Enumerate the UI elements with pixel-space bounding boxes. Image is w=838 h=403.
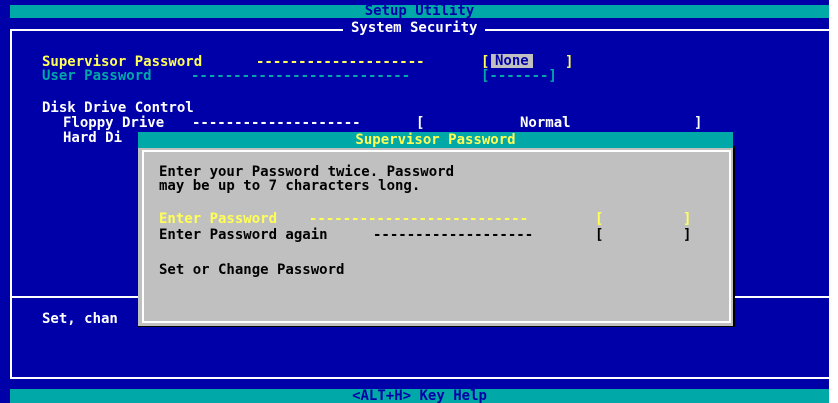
user-password-label[interactable]: User Password xyxy=(42,69,152,83)
enter-password-again-close-bracket: ] xyxy=(683,227,692,243)
supervisor-password-label[interactable]: Supervisor Password xyxy=(42,55,202,69)
frame-left-line xyxy=(10,29,12,379)
dialog-instruction-line2: may be up to 7 characters long. xyxy=(159,178,421,194)
enter-password-open-bracket: [ xyxy=(595,211,604,227)
set-or-change-password-text: Set or Change Password xyxy=(159,262,345,278)
enter-password-again-leader: ------------------- xyxy=(373,227,534,243)
floppy-drive-leader: -------------------- xyxy=(192,115,361,131)
supervisor-password-close-bracket: ] xyxy=(565,54,574,70)
supervisor-password-value[interactable]: None xyxy=(491,54,533,68)
dialog-instruction-line1: Enter your Password twice. Password xyxy=(159,164,455,180)
floppy-drive-value[interactable]: Normal xyxy=(520,116,571,130)
app-title: Setup Utility xyxy=(364,3,475,19)
status-bar: <ALT+H> Key Help xyxy=(10,389,829,403)
enter-password-again-label[interactable]: Enter Password again xyxy=(159,228,328,242)
floppy-drive-label[interactable]: Floppy Drive xyxy=(63,116,164,130)
enter-password-close-bracket: ] xyxy=(683,211,692,227)
enter-password-again-open-bracket: [ xyxy=(595,227,604,243)
dialog-title: Supervisor Password xyxy=(355,132,516,148)
supervisor-password-leader: -------------------- xyxy=(256,54,425,70)
enter-password-input[interactable] xyxy=(607,212,681,226)
title-bar: Setup Utility xyxy=(10,3,829,19)
enter-password-again-input[interactable] xyxy=(607,228,681,242)
enter-password-leader: -------------------------- xyxy=(309,211,529,227)
user-password-value[interactable]: [-------] xyxy=(481,69,557,83)
user-password-leader: -------------------------- xyxy=(191,68,411,84)
section-title: System Security xyxy=(343,21,486,35)
supervisor-password-dialog: Supervisor Password Enter your Password … xyxy=(138,132,733,326)
supervisor-password-open-bracket: [ xyxy=(481,54,490,70)
floppy-drive-open-bracket: [ xyxy=(416,115,425,131)
hard-drive-label[interactable]: Hard Di xyxy=(63,131,122,145)
dialog-title-bar: Supervisor Password xyxy=(138,132,733,148)
right-edge-strip xyxy=(829,0,838,403)
frame-bottom-line xyxy=(10,377,829,379)
disk-drive-control-heading: Disk Drive Control xyxy=(42,100,194,116)
enter-password-label[interactable]: Enter Password xyxy=(159,212,277,226)
help-text: Set, chan xyxy=(42,311,118,327)
floppy-drive-close-bracket: ] xyxy=(694,115,703,131)
key-help-hint: <ALT+H> Key Help xyxy=(352,388,487,403)
bios-screen: Setup Utility System Security Supervisor… xyxy=(0,0,829,403)
